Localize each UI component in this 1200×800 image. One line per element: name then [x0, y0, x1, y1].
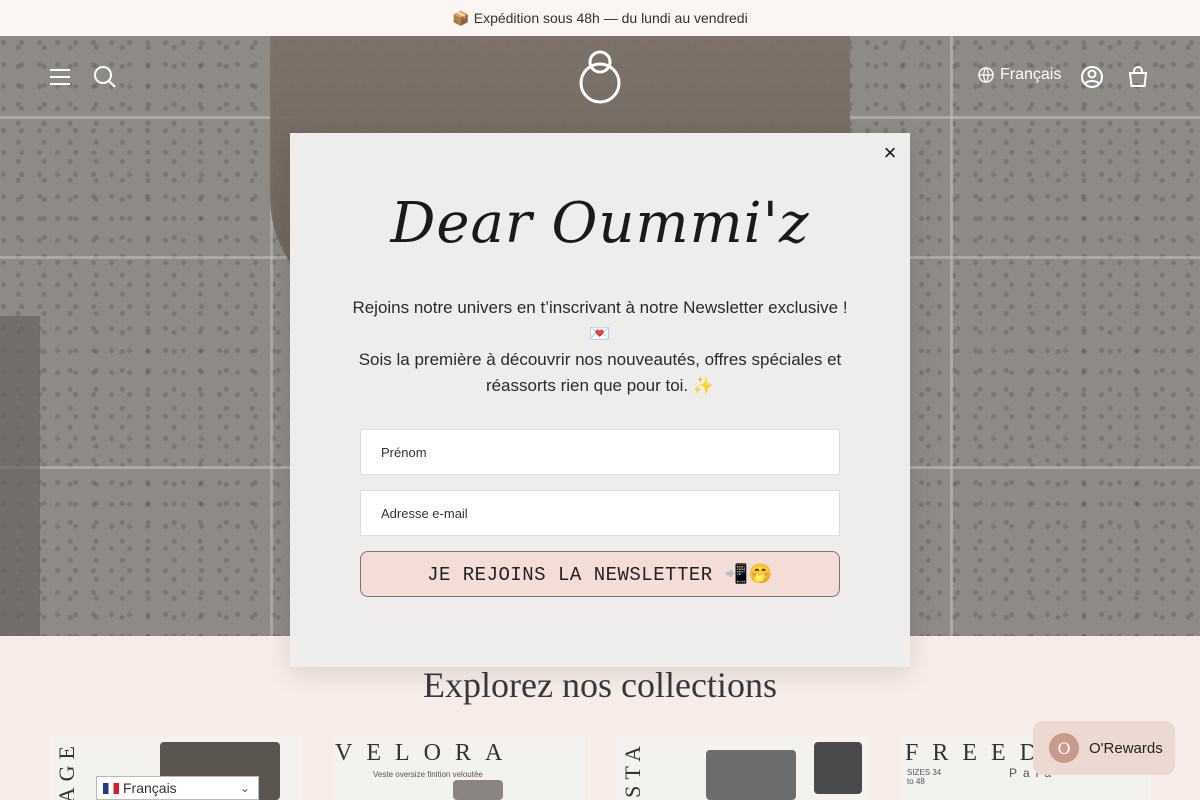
popup-line-1: Rejoins notre univers en t’inscrivant à … — [352, 298, 848, 317]
language-switcher[interactable]: Français — [978, 66, 1061, 84]
tile-line — [950, 36, 953, 636]
language-select-label: Français — [123, 780, 177, 796]
site-header: Français — [0, 36, 1200, 118]
collection-card-label: STA — [620, 740, 645, 798]
announcement-text: Expédition sous 48h — du lundi au vendre… — [473, 10, 748, 26]
cart-icon[interactable] — [1123, 62, 1153, 92]
collection-card-swatch — [814, 742, 862, 794]
rewards-button[interactable]: O O'Rewards — [1033, 721, 1175, 775]
close-icon[interactable]: × — [878, 140, 902, 165]
collection-card[interactable]: STA — [616, 736, 868, 800]
collections-title: Explorez nos collections — [423, 665, 777, 705]
collection-card[interactable]: VELORA Veste oversize finition veloutée — [333, 736, 585, 800]
announcement-bar: 📦 Expédition sous 48h — du lundi au vend… — [0, 0, 1200, 36]
chevron-down-icon: ⌄ — [239, 781, 250, 795]
menu-icon[interactable] — [45, 62, 75, 92]
first-name-field[interactable] — [360, 429, 840, 475]
popup-title: Dear Oummi'z — [390, 191, 810, 256]
popup-line-2: Sois la première à découvrir nos nouveau… — [358, 350, 842, 395]
language-label: Français — [1000, 66, 1062, 83]
france-flag-icon — [103, 782, 119, 794]
collection-card-label: TAGE — [54, 740, 79, 800]
hero-figure-shadow — [0, 316, 40, 636]
search-icon[interactable] — [90, 62, 120, 92]
site-logo[interactable] — [576, 50, 624, 104]
newsletter-popup: × Dear Oummi'z Rejoins notre univers en … — [290, 133, 910, 667]
popup-description: Rejoins notre univers en t’inscrivant à … — [350, 295, 850, 399]
collection-card-sizes: SIZES 34 to 48 — [907, 768, 942, 786]
first-name-input[interactable] — [381, 444, 839, 460]
letter-icon: 💌 — [589, 324, 611, 343]
subscribe-button[interactable]: JE REJOINS LA NEWSLETTER 📲🤭 — [360, 551, 840, 597]
globe-icon — [978, 67, 994, 83]
collection-card-image — [453, 780, 503, 800]
collection-card-image — [706, 750, 796, 800]
rewards-logo-icon: O — [1049, 733, 1079, 763]
email-field[interactable] — [360, 490, 840, 536]
package-icon: 📦 — [452, 9, 470, 26]
collection-card-subtitle: Veste oversize finition veloutée — [373, 770, 483, 779]
email-input[interactable] — [381, 505, 839, 521]
rewards-label: O'Rewards — [1089, 739, 1163, 757]
account-icon[interactable] — [1077, 62, 1107, 92]
collection-card-label: VELORA — [335, 740, 517, 766]
language-select[interactable]: Français ⌄ — [96, 776, 259, 800]
